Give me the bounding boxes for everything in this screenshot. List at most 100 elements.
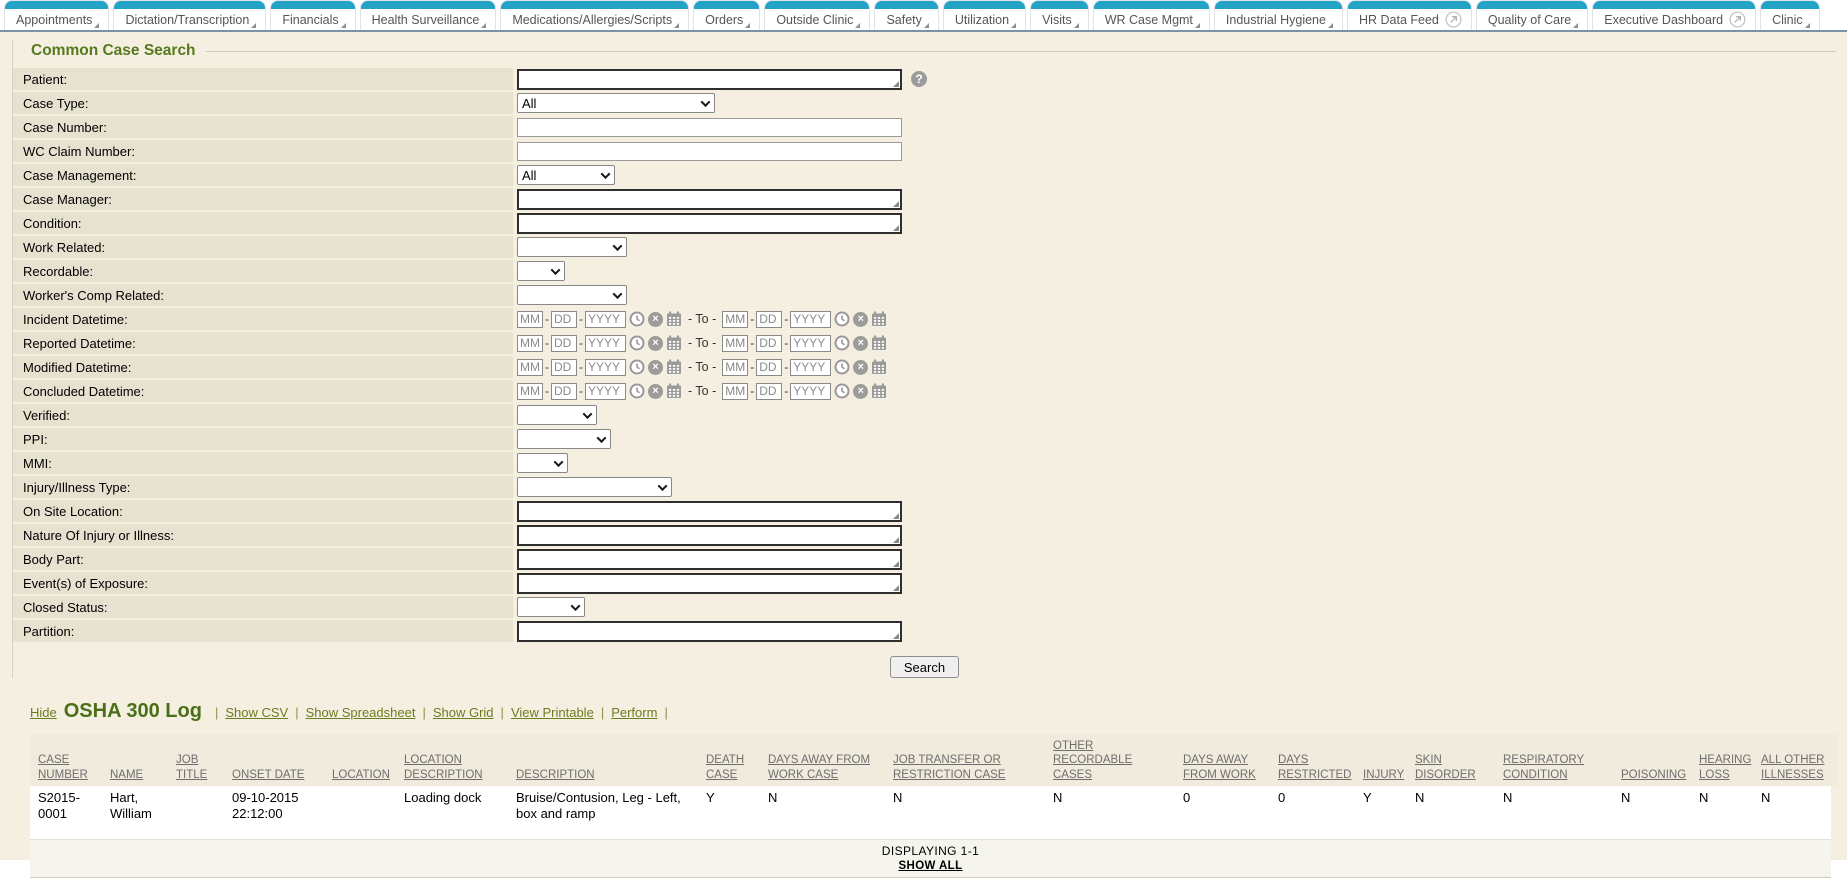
tab-utilization[interactable]: Utilization [943, 0, 1026, 30]
tab-visits[interactable]: Visits [1030, 0, 1089, 30]
incident-from-year-input[interactable] [585, 311, 626, 328]
patient-input[interactable] [517, 69, 902, 90]
clock-icon[interactable] [629, 335, 645, 351]
clear-date-icon[interactable]: × [853, 360, 868, 375]
concluded-to-month-input[interactable] [722, 383, 748, 400]
concluded-to-year-input[interactable] [790, 383, 831, 400]
incident-from-day-input[interactable] [551, 311, 577, 328]
on-site-location-input[interactable] [517, 501, 902, 522]
clear-date-icon[interactable]: × [853, 384, 868, 399]
modified-from-day-input[interactable] [551, 359, 577, 376]
tab-clinic[interactable]: Clinic [1760, 0, 1820, 30]
tab-health-surveillance[interactable]: Health Surveillance [360, 0, 497, 30]
clock-icon[interactable] [834, 335, 850, 351]
column-header-hearing-loss[interactable]: HEARING LOSS [1691, 734, 1753, 786]
mmi-select[interactable] [517, 453, 568, 473]
clock-icon[interactable] [834, 383, 850, 399]
table-row[interactable]: S2015-0001 Hart, William 09-10-2015 22:1… [30, 786, 1838, 839]
modified-from-month-input[interactable] [517, 359, 543, 376]
clear-date-icon[interactable]: × [648, 336, 663, 351]
concluded-from-year-input[interactable] [585, 383, 626, 400]
clear-date-icon[interactable]: × [853, 312, 868, 327]
work-related-select[interactable] [517, 237, 627, 257]
tab-wr-case-mgmt[interactable]: WR Case Mgmt [1093, 0, 1210, 30]
modified-to-day-input[interactable] [756, 359, 782, 376]
calendar-icon[interactable] [666, 383, 682, 399]
column-header-description[interactable]: DESCRIPTION [508, 734, 698, 786]
column-header-days-restricted[interactable]: DAYS RESTRICTED [1270, 734, 1355, 786]
calendar-icon[interactable] [666, 311, 682, 327]
closed-status-select[interactable] [517, 597, 585, 617]
column-header-days-away-from-work-case[interactable]: DAYS AWAY FROM WORK CASE [760, 734, 885, 786]
recordable-select[interactable] [517, 261, 565, 281]
tab-appointments[interactable]: Appointments [4, 0, 109, 30]
wc-claim-number-input[interactable] [517, 142, 902, 161]
tab-medications-allergies-scripts[interactable]: Medications/Allergies/Scripts [500, 0, 689, 30]
column-header-all-other-illnesses[interactable]: ALL OTHER ILLNESSES [1753, 734, 1838, 786]
calendar-icon[interactable] [871, 311, 887, 327]
calendar-icon[interactable] [666, 359, 682, 375]
column-header-job-title[interactable]: JOB TITLE [168, 734, 224, 786]
clock-icon[interactable] [629, 311, 645, 327]
tab-orders[interactable]: Orders [693, 0, 760, 30]
external-link-icon[interactable] [1445, 11, 1462, 28]
concluded-from-day-input[interactable] [551, 383, 577, 400]
reported-to-month-input[interactable] [722, 335, 748, 352]
reported-from-day-input[interactable] [551, 335, 577, 352]
case-management-select[interactable]: All [517, 165, 615, 185]
tab-outside-clinic[interactable]: Outside Clinic [764, 0, 870, 30]
incident-from-month-input[interactable] [517, 311, 543, 328]
column-header-respiratory-condition[interactable]: RESPIRATORY CONDITION [1495, 734, 1613, 786]
clock-icon[interactable] [834, 359, 850, 375]
incident-to-day-input[interactable] [756, 311, 782, 328]
condition-input[interactable] [517, 213, 902, 234]
calendar-icon[interactable] [871, 335, 887, 351]
clock-icon[interactable] [629, 359, 645, 375]
perform-link[interactable]: Perform [611, 705, 657, 720]
calendar-icon[interactable] [666, 335, 682, 351]
clear-date-icon[interactable]: × [648, 360, 663, 375]
events-of-exposure-input[interactable] [517, 573, 902, 594]
tab-safety[interactable]: Safety [874, 0, 938, 30]
column-header-name[interactable]: NAME [102, 734, 168, 786]
case-number-input[interactable] [517, 118, 902, 137]
column-header-death-case[interactable]: DEATH CASE [698, 734, 760, 786]
reported-from-year-input[interactable] [585, 335, 626, 352]
column-header-job-transfer-or-restriction-case[interactable]: JOB TRANSFER OR RESTRICTION CASE [885, 734, 1045, 786]
hide-link[interactable]: Hide [30, 705, 57, 720]
injury-illness-type-select[interactable] [517, 477, 672, 497]
tab-industrial-hygiene[interactable]: Industrial Hygiene [1214, 0, 1343, 30]
column-header-other-recordable-cases[interactable]: OTHER RECORDABLE CASES [1045, 734, 1175, 786]
verified-select[interactable] [517, 405, 597, 425]
tab-executive-dashboard[interactable]: Executive Dashboard [1592, 0, 1756, 30]
modified-to-month-input[interactable] [722, 359, 748, 376]
show-csv-link[interactable]: Show CSV [225, 705, 288, 720]
column-header-days-away-from-work[interactable]: DAYS AWAY FROM WORK [1175, 734, 1270, 786]
show-spreadsheet-link[interactable]: Show Spreadsheet [306, 705, 416, 720]
show-grid-link[interactable]: Show Grid [433, 705, 494, 720]
tab-dictation-transcription[interactable]: Dictation/Transcription [113, 0, 266, 30]
column-header-location-description[interactable]: LOCATION DESCRIPTION [396, 734, 508, 786]
view-printable-link[interactable]: View Printable [511, 705, 594, 720]
help-icon[interactable]: ? [911, 71, 927, 87]
external-link-icon[interactable] [1729, 11, 1746, 28]
reported-to-year-input[interactable] [790, 335, 831, 352]
calendar-icon[interactable] [871, 383, 887, 399]
clear-date-icon[interactable]: × [648, 384, 663, 399]
nature-of-injury-input[interactable] [517, 525, 902, 546]
column-header-injury[interactable]: INJURY [1355, 734, 1407, 786]
clock-icon[interactable] [834, 311, 850, 327]
partition-input[interactable] [517, 621, 902, 642]
reported-from-month-input[interactable] [517, 335, 543, 352]
modified-to-year-input[interactable] [790, 359, 831, 376]
column-header-location[interactable]: LOCATION [324, 734, 396, 786]
concluded-from-month-input[interactable] [517, 383, 543, 400]
show-all-link[interactable]: SHOW ALL [30, 860, 1831, 872]
tab-quality-of-care[interactable]: Quality of Care [1476, 0, 1588, 30]
column-header-case-number[interactable]: CASE NUMBER [30, 734, 102, 786]
case-type-select[interactable]: All [517, 93, 715, 113]
column-header-onset-date[interactable]: ONSET DATE [224, 734, 324, 786]
tab-hr-data-feed[interactable]: HR Data Feed [1347, 0, 1472, 30]
column-header-skin-disorder[interactable]: SKIN DISORDER [1407, 734, 1495, 786]
reported-to-day-input[interactable] [756, 335, 782, 352]
